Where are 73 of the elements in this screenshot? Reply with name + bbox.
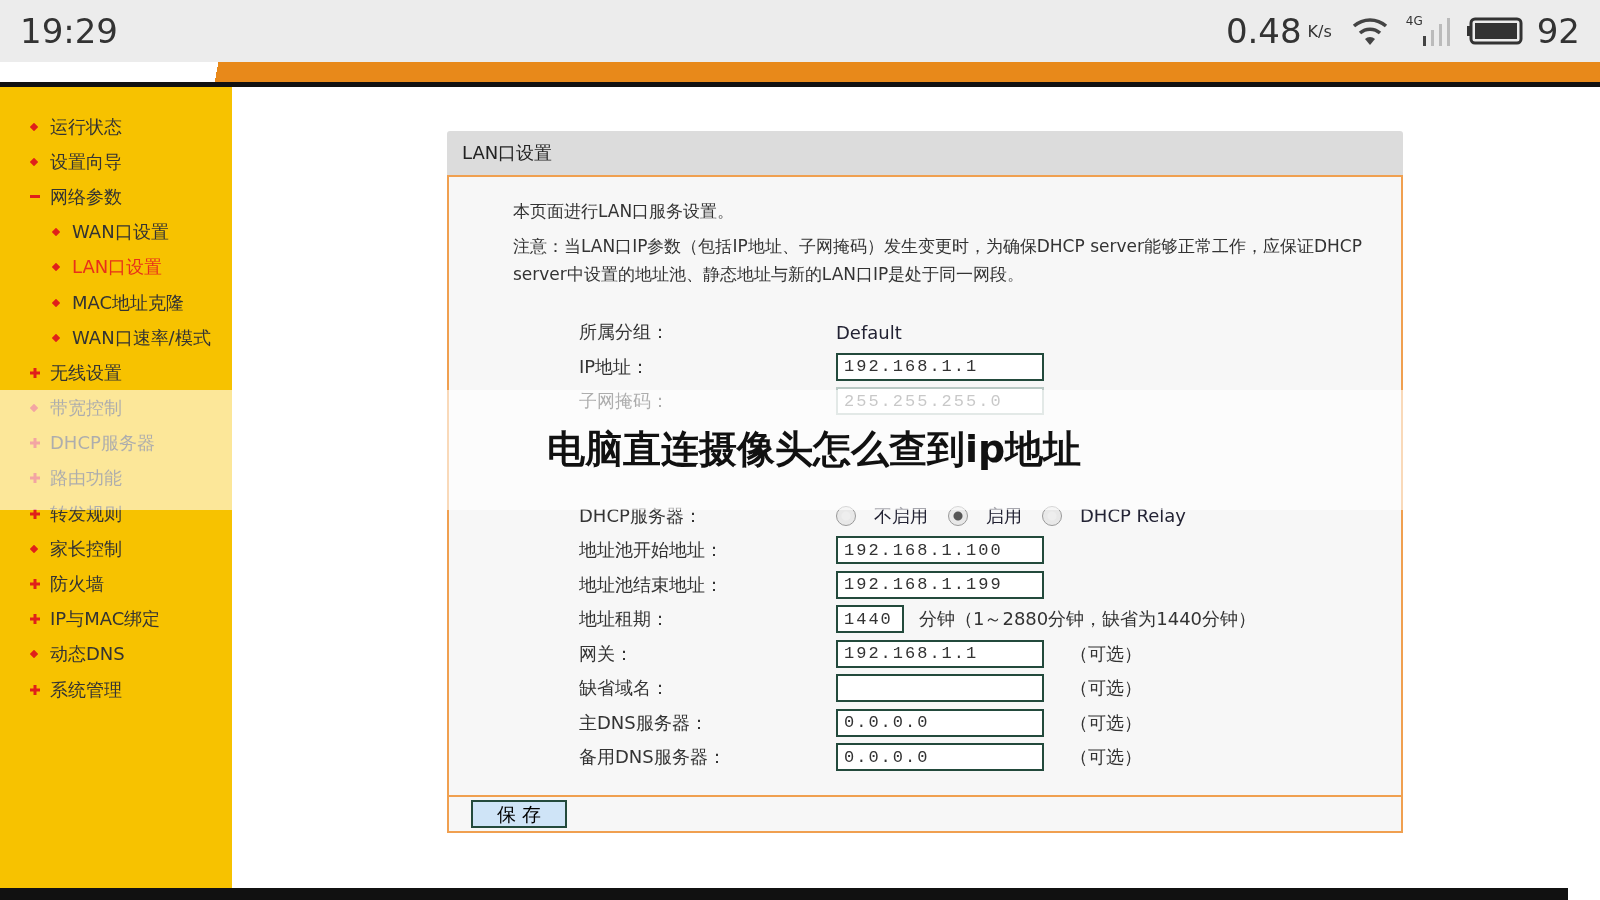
field-label: 缺省域名： (579, 676, 670, 701)
signal-icon (1422, 16, 1453, 46)
sidebar-item[interactable]: WAN口速率/模式 (0, 320, 232, 356)
bullet-icon (52, 298, 60, 307)
network-type: 4G (1405, 14, 1423, 28)
minus-icon (30, 194, 40, 199)
speed-unit: K/s (1307, 21, 1332, 41)
note-text: 注意：当LAN口IP参数（包括IP地址、子网掩码）发生变更时，为确保DHCP server能够正常工作，应保证DHCP server中设置的地址池、静态地址与新的LAN口IP是处于同一网段。 (513, 235, 1363, 286)
plus-icon (30, 367, 40, 378)
bullet-icon (30, 122, 38, 131)
radio-label: 启用 (986, 503, 1022, 528)
plus-icon (30, 473, 40, 484)
sidebar-item[interactable]: 家长控制 (0, 531, 232, 567)
field-value: Default (836, 321, 902, 343)
sidebar-item[interactable]: IP与MAC绑定 (0, 601, 232, 637)
plus-icon (30, 684, 40, 695)
radio-label: DHCP Relay (1080, 505, 1186, 527)
radio-button[interactable] (836, 505, 856, 526)
sidebar-item[interactable]: 网络参数 (0, 179, 232, 215)
field-label: 子网掩码： (579, 389, 670, 414)
input-field[interactable]: 192.168.1.1 (836, 639, 1044, 668)
field-label: IP地址： (579, 354, 651, 379)
sidebar-item[interactable]: 系统管理 (0, 672, 232, 708)
field-note: 分钟（1～2880分钟，缺省为1440分钟） (919, 607, 1257, 632)
sidebar-item[interactable]: MAC地址克隆 (0, 284, 232, 321)
battery-level: 92 (1536, 11, 1580, 51)
field-note: （可选） (1070, 745, 1142, 770)
radio-label: 不启用 (874, 503, 928, 528)
panel-title: LAN口设置 (447, 131, 1403, 175)
input-field[interactable]: 192.168.1.1 (836, 352, 1044, 381)
bullet-icon (30, 404, 38, 413)
input-field[interactable]: 192.168.1.100 (836, 536, 1044, 565)
clock: 19:29 (20, 11, 118, 51)
field-label: 所属分组： (579, 320, 670, 345)
field-label: 主DNS服务器： (579, 710, 709, 735)
bullet-icon (52, 333, 60, 342)
field-label: 地址池结束地址： (579, 572, 724, 597)
banner-title: 电脑直连摄像头怎么查到ip地址 (547, 426, 1082, 473)
input-field[interactable] (836, 674, 1044, 703)
sidebar-item[interactable]: 运行状态 (0, 109, 232, 145)
input-field[interactable]: 0.0.0.0 (836, 743, 1044, 772)
sidebar-item[interactable]: 防火墙 (0, 566, 232, 602)
field-note: （可选） (1070, 710, 1142, 735)
wifi-icon (1351, 16, 1388, 46)
save-button[interactable]: 保 存 (471, 799, 567, 828)
bullet-icon (52, 263, 60, 272)
plus-icon (30, 579, 40, 590)
plus-icon (30, 614, 40, 625)
intro-text: 本页面进行LAN口服务设置。 (513, 200, 736, 223)
field-label: 网关： (579, 641, 634, 666)
field-note: （可选） (1070, 641, 1142, 666)
sidebar-item[interactable]: 动态DNS (0, 636, 232, 672)
plus-icon (30, 508, 40, 519)
radio-button[interactable] (948, 505, 968, 526)
sidebar-item[interactable]: 设置向导 (0, 144, 232, 180)
field-label: DHCP服务器： (579, 503, 703, 528)
network-speed: 0.48 (1225, 11, 1302, 51)
field-label: 地址池开始地址： (579, 538, 724, 563)
plus-icon (30, 438, 40, 449)
field-label: 地址租期： (579, 607, 670, 632)
field-note: （可选） (1070, 676, 1142, 701)
sidebar-item[interactable]: WAN口设置 (0, 214, 232, 250)
field-label: 备用DNS服务器： (579, 745, 727, 770)
input-field[interactable]: 0.0.0.0 (836, 708, 1044, 737)
bullet-icon (52, 228, 60, 237)
bullet-icon (30, 650, 38, 659)
input-field[interactable]: 1440 (836, 605, 904, 634)
radio-button[interactable] (1042, 505, 1062, 526)
battery-icon (1466, 17, 1525, 45)
input-field[interactable]: 192.168.1.199 (836, 570, 1044, 599)
bullet-icon (30, 157, 38, 166)
sidebar-item[interactable]: 无线设置 (0, 355, 232, 391)
bullet-icon (30, 544, 38, 553)
